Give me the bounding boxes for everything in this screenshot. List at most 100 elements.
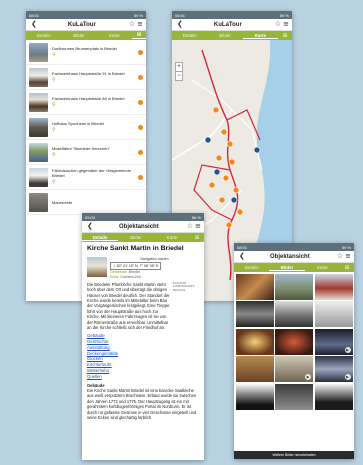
gallery-image[interactable] xyxy=(275,383,313,410)
thumbnail xyxy=(29,167,48,187)
download-more-button[interactable]: Weitere Bilder herunterladen xyxy=(234,451,354,459)
tab-bar: Details Bilder Karte ⊞ xyxy=(82,233,204,242)
status-dot xyxy=(138,49,143,55)
object-thumbnail[interactable] xyxy=(87,256,107,277)
gallery-image[interactable] xyxy=(275,273,313,300)
list-item-label: Mauerreste xyxy=(52,199,73,205)
kreis-row: Kreis: Cochem-Zell xyxy=(110,275,199,280)
section-text: Die Kirche Sankt Martin Briedel ist eine… xyxy=(87,388,197,421)
coordinates-box[interactable]: ⚲ 50° 01' 19" N, 7° 08' 05" E xyxy=(110,261,162,271)
status-time: 08:51 xyxy=(29,12,40,18)
hamburger-icon[interactable]: ≡ xyxy=(195,223,201,230)
list-item[interactable]: Moselfähre "Briedeler Herzchen" ⚲ xyxy=(26,140,146,165)
status-bar: 08:51 59 % xyxy=(234,243,354,251)
sitemap-icon[interactable]: ⊞ xyxy=(278,33,292,39)
status-dot xyxy=(138,99,143,105)
tab-karte[interactable]: Karte xyxy=(154,235,190,240)
tab-karte[interactable]: Karte xyxy=(305,265,340,270)
page-title: Objektansicht xyxy=(270,253,310,260)
tab-bilder[interactable]: Bilder xyxy=(207,33,242,38)
sitemap-icon[interactable]: ⊞ xyxy=(340,265,354,271)
gallery-image[interactable] xyxy=(314,301,353,327)
list-item-label: Fachwerkhaus Hauptstraße 91 in Briedel xyxy=(52,70,125,76)
poi-list: Dorfbrunnen Brunnenplatz in Briedel ⚲ Fac… xyxy=(26,40,146,215)
tab-bilder[interactable]: Bilder xyxy=(269,265,305,271)
sitemap-icon[interactable]: ⊞ xyxy=(190,235,204,241)
app-toolbar: ❮ Objektansicht ☆ ≡ xyxy=(234,251,354,263)
page-title: KuLaTour xyxy=(67,21,96,28)
play-icon[interactable]: ▶ xyxy=(344,374,351,380)
status-bar: 08:51 59 % xyxy=(172,11,292,19)
status-bar: 08:51 59 % xyxy=(26,11,146,19)
star-outline-icon[interactable]: ☆ xyxy=(337,253,343,260)
tab-bar: Details Bilder Karte ⊞ xyxy=(234,263,354,272)
list-item-label: Hofhaus Sponheim in Briedel xyxy=(52,120,104,126)
coordinates-text: 50° 01' 19" N, 7° 08' 05" E xyxy=(116,263,159,268)
tab-details[interactable]: Details xyxy=(234,265,269,270)
tab-karte[interactable]: Karte xyxy=(242,33,278,39)
hamburger-icon[interactable]: ≡ xyxy=(283,21,289,28)
list-item-label: Fährhäuschen gegenüber der Ortsgemeinde … xyxy=(52,168,131,179)
gallery-image[interactable] xyxy=(314,383,353,410)
thumbnail xyxy=(29,92,48,112)
status-battery: 59 % xyxy=(133,12,143,18)
list-item[interactable]: Fachwerkhaus Hauptstraße 88 in Briedel ⚲ xyxy=(26,90,146,115)
gemeinde-label: Gemeinde: xyxy=(110,270,128,275)
tab-bar: Details Bilder Karte ⊞ xyxy=(26,31,146,40)
kreis-label: Kreis: xyxy=(110,275,120,280)
tab-details[interactable]: Details xyxy=(172,33,207,38)
status-dot xyxy=(138,124,143,130)
thumbnail xyxy=(29,142,48,162)
play-icon[interactable]: ▶ xyxy=(305,374,311,380)
gallery-image[interactable]: ▶ xyxy=(314,328,353,355)
thumbnail xyxy=(29,67,48,87)
play-icon[interactable]: ▶ xyxy=(344,346,351,353)
location-pin-icon: ⚲ xyxy=(52,76,56,83)
app-toolbar: ❮ KuLaTour ☆ ≡ xyxy=(172,19,292,31)
location-pin-icon: ⚲ xyxy=(52,151,56,158)
status-battery: 59 % xyxy=(279,12,289,18)
gallery-image[interactable] xyxy=(235,328,274,355)
tab-karte[interactable]: Karte xyxy=(97,33,132,38)
tab-bar: Details Bilder Karte ⊞ xyxy=(172,31,292,40)
gallery-image[interactable] xyxy=(235,383,274,410)
gallery-image[interactable] xyxy=(314,273,353,300)
zoom-in-button[interactable]: + xyxy=(176,63,182,72)
gallery-image[interactable] xyxy=(275,328,313,355)
location-pin-icon: ⚲ xyxy=(113,263,116,268)
list-item[interactable]: Mauerreste xyxy=(26,190,146,215)
thumbnail xyxy=(29,192,48,212)
phone-detail-screen: 09:03 56 % ❮ Objektansicht ☆ ≡ Details Bi… xyxy=(82,213,204,460)
intro-text: Die Briedeler Pfarrkirche Sankt Martin s… xyxy=(87,281,170,330)
gallery-image[interactable] xyxy=(275,301,313,327)
zoom-control: + − xyxy=(175,62,183,81)
gallery-image[interactable] xyxy=(235,301,274,327)
gallery-image[interactable]: ▶ xyxy=(275,356,313,382)
location-pin-icon: ⚲ xyxy=(52,51,56,58)
hamburger-icon[interactable]: ≡ xyxy=(137,21,143,28)
list-item[interactable]: Fachwerkhaus Hauptstraße 91 in Briedel ⚲ xyxy=(26,65,146,90)
location-pin-icon: ⚲ xyxy=(52,101,56,108)
sitemap-icon[interactable]: ⊞ xyxy=(131,32,146,39)
page-title: KuLaTour xyxy=(213,21,242,28)
hamburger-icon[interactable]: ≡ xyxy=(345,253,351,260)
gallery-image[interactable] xyxy=(235,356,274,382)
tab-bilder[interactable]: Bilder xyxy=(61,33,96,38)
tab-details[interactable]: Details xyxy=(82,235,118,241)
star-outline-icon[interactable]: ☆ xyxy=(275,21,281,28)
gallery-image[interactable] xyxy=(235,273,274,300)
tab-details[interactable]: Details xyxy=(26,33,61,38)
kreis-value: Cochem-Zell xyxy=(120,275,141,280)
star-outline-icon[interactable]: ☆ xyxy=(129,21,135,28)
status-battery: 56 % xyxy=(191,214,201,220)
list-item[interactable]: Dorfbrunnen Brunnenplatz in Briedel ⚲ xyxy=(26,40,146,65)
star-outline-icon[interactable]: ☆ xyxy=(187,223,193,230)
page-title: Objektansicht xyxy=(119,223,159,230)
list-item[interactable]: Fährhäuschen gegenüber der Ortsgemeinde … xyxy=(26,165,146,190)
link-quellen[interactable]: Quellen xyxy=(87,374,199,380)
list-item[interactable]: Hofhaus Sponheim in Briedel ⚲ xyxy=(26,115,146,140)
gallery-image[interactable]: ▶ xyxy=(314,356,353,382)
tab-bilder[interactable]: Bilder xyxy=(118,235,154,240)
zoom-out-button[interactable]: − xyxy=(176,72,182,80)
status-time: 08:51 xyxy=(237,244,248,250)
